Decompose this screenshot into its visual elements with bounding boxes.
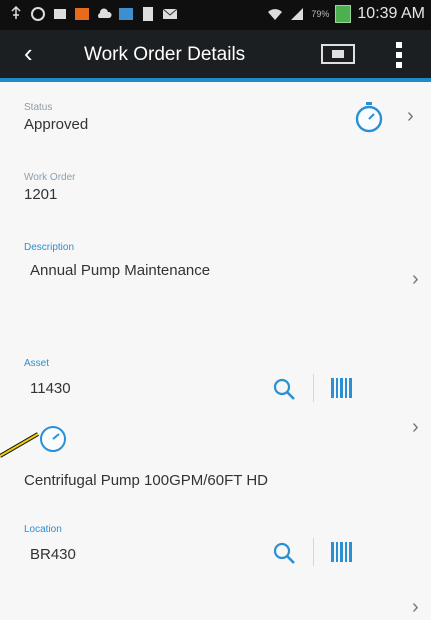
location-row[interactable]: Location BR430 › xyxy=(0,510,431,620)
asset-row[interactable]: Asset 11430 › Centrifugal Pump 100GPM/60… xyxy=(0,336,431,511)
back-button[interactable]: ‹ xyxy=(24,38,33,68)
work-order-label: Work Order xyxy=(24,172,76,183)
usb-icon xyxy=(11,6,21,19)
back-arrow-icon: ‹ xyxy=(24,38,33,68)
work-order-value: 1201 xyxy=(24,186,58,203)
android-status-bar: 79% 10:39 AM xyxy=(0,0,431,30)
app-notification-icon xyxy=(75,8,89,20)
mail-icon xyxy=(162,8,178,19)
asset-value: 11430 xyxy=(30,380,71,397)
chevron-right-icon[interactable]: › xyxy=(412,596,419,619)
icon-divider xyxy=(313,538,314,566)
clock: 10:39 AM xyxy=(357,5,425,22)
page-title: Work Order Details xyxy=(84,44,246,65)
notification-icon xyxy=(54,9,66,19)
system-status: 79% 10:39 AM xyxy=(267,5,425,23)
search-icon[interactable] xyxy=(271,376,299,402)
callout-pointer xyxy=(0,432,40,458)
signal-icon xyxy=(291,8,304,20)
asset-description: Centrifugal Pump 100GPM/60FT HD xyxy=(24,472,268,489)
status-row[interactable]: Status Approved › xyxy=(0,82,431,159)
image-notification-icon xyxy=(119,8,133,20)
battery-percent: 79% xyxy=(311,9,330,19)
description-row[interactable]: Description Annual Pump Maintenance › xyxy=(0,220,431,337)
description-label: Description xyxy=(24,242,75,253)
overflow-menu-icon[interactable] xyxy=(393,40,405,70)
description-value: Annual Pump Maintenance xyxy=(30,262,211,279)
status-label: Status xyxy=(24,102,53,113)
chevron-right-icon[interactable]: › xyxy=(407,105,414,128)
work-order-row: Work Order 1201 xyxy=(0,158,431,221)
location-value: BR430 xyxy=(30,546,76,563)
file-icon xyxy=(143,7,153,21)
cloud-icon xyxy=(98,8,112,18)
battery-icon xyxy=(335,5,352,23)
location-label: Location xyxy=(24,524,62,535)
barcode-icon[interactable] xyxy=(329,540,357,566)
icon-divider xyxy=(313,374,314,402)
chevron-right-icon[interactable]: › xyxy=(412,268,419,291)
chevron-right-icon[interactable]: › xyxy=(412,416,419,439)
app-header: ‹ Work Order Details xyxy=(0,30,431,82)
status-value: Approved xyxy=(24,116,89,133)
notification-icons xyxy=(8,6,178,22)
asset-label: Asset xyxy=(24,358,50,369)
search-icon[interactable] xyxy=(271,540,299,566)
barcode-icon[interactable] xyxy=(329,376,357,402)
sync-icon xyxy=(31,7,45,21)
camera-icon[interactable] xyxy=(320,42,356,66)
stopwatch-icon[interactable] xyxy=(354,100,384,134)
wifi-icon xyxy=(268,9,283,20)
